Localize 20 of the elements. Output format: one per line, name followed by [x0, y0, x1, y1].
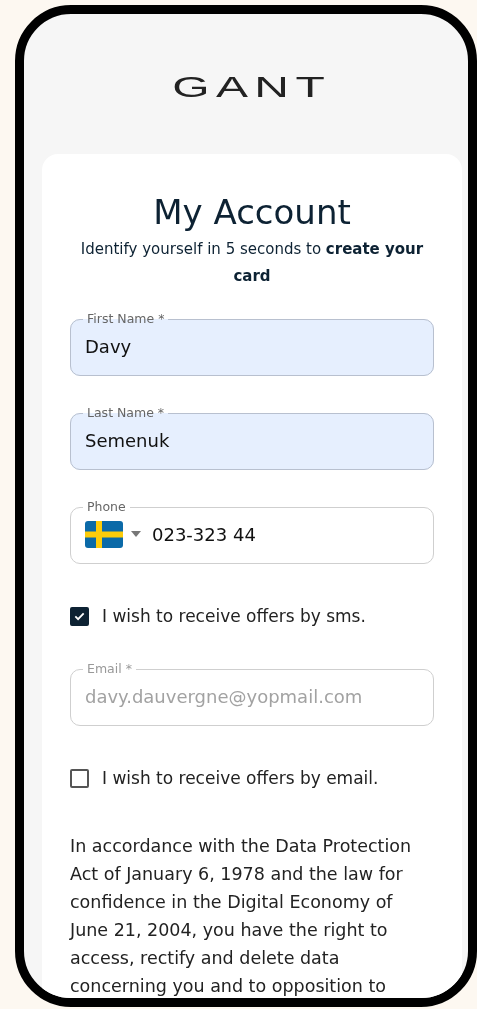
field-label: Phone	[86, 500, 127, 514]
input-field[interactable]: Last Name * Semenuk	[70, 406, 434, 470]
checkbox[interactable]	[70, 606, 89, 626]
caret-icon[interactable]	[131, 531, 141, 537]
checkbox[interactable]	[70, 768, 89, 788]
field-label: Email *	[86, 662, 133, 676]
checkbox-label: I wish to receive offers by email.	[102, 768, 379, 788]
phone-input[interactable]: 023-323 44	[152, 519, 419, 549]
logo: GANT	[172, 69, 332, 105]
subtitle-text: Identify yourself in 5 seconds to create your card	[79, 239, 425, 287]
input-field[interactable]: Phone 023-323 44	[70, 500, 434, 564]
page-title: My Account	[152, 192, 352, 232]
field-label: First Name *	[86, 312, 166, 326]
checkbox-label: I wish to receive offers by sms.	[102, 606, 366, 626]
text-input[interactable]: Davy	[85, 331, 419, 361]
field-label: Last Name *	[86, 406, 166, 420]
text-input[interactable]: Semenuk	[85, 425, 419, 455]
input-field[interactable]: First Name * Davy	[70, 312, 434, 376]
legal-notice: In accordance with the Data Protection Act of January 6, 1978 and the law for confidence in the Digital Economy of June 21, 2004, you have the right to access, rectify and delete data concerning you and to opposition to	[70, 835, 413, 998]
flag-icon	[85, 520, 123, 548]
